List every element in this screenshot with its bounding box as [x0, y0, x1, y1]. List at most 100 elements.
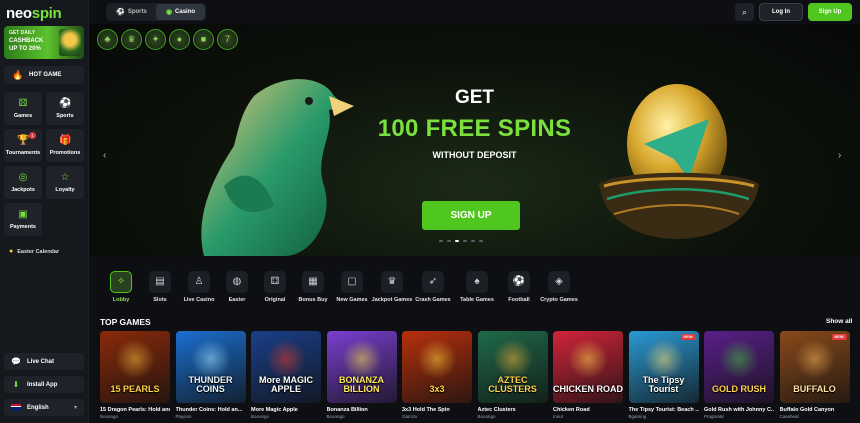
coins-icon: ◎: [18, 172, 28, 183]
game-card[interactable]: CHICKEN ROAD Chicken Road Inout: [553, 331, 623, 419]
game-thumbnail[interactable]: More MAGIC APPLE: [251, 331, 321, 403]
hero-signup-button[interactable]: SIGN UP: [422, 201, 520, 230]
easter-egg-icon: ●: [9, 248, 14, 255]
game-thumbnail[interactable]: 3x3: [402, 331, 472, 403]
flame-icon: 🔥: [12, 70, 24, 80]
thumbnail-art: [190, 339, 231, 379]
pagination-dot[interactable]: [471, 240, 475, 242]
bonus-tree-icon[interactable]: ♣: [97, 29, 118, 50]
promo-line-1: GET DAILY: [9, 30, 36, 36]
sidebar-item-label: Jackpots: [11, 187, 35, 193]
cashback-promo-banner[interactable]: GET DAILY CASHBACK UP TO 20%: [4, 26, 84, 59]
dice-icon: ⚃: [264, 271, 286, 293]
game-thumbnail[interactable]: THUNDER COINS: [175, 331, 246, 403]
game-provider: Booongo: [477, 414, 496, 419]
pagination-dot[interactable]: [479, 240, 483, 242]
game-name[interactable]: Gold Rush with Johnny C...: [704, 407, 774, 413]
chevron-left-icon[interactable]: ‹: [103, 150, 106, 161]
game-thumbnail[interactable]: AZTEC CLUSTERS: [477, 331, 548, 403]
slot-machine-icon: ▤: [149, 271, 171, 293]
game-name[interactable]: The Tipsy Tourist: Beach ...: [629, 407, 699, 413]
sidebar-item-games[interactable]: ⚄ Games: [4, 92, 42, 125]
sidebar-item-label: Games: [13, 113, 33, 119]
sidebar-item-payments[interactable]: ▣ Payments: [4, 203, 42, 236]
sidebar-item-loyalty[interactable]: ☆ Loyalty: [46, 166, 84, 199]
bonus-coin-icon[interactable]: ●: [169, 29, 190, 50]
pagination-dot[interactable]: [447, 240, 451, 242]
brand-logo[interactable]: neospin: [6, 5, 62, 22]
live-chat-button[interactable]: 💬 Live Chat: [4, 353, 84, 370]
game-thumbnail[interactable]: The Tipsy Tourist NEW: [628, 331, 699, 403]
dealer-icon: ♙: [188, 271, 210, 293]
category-table-games[interactable]: ♠ Table Games: [453, 268, 501, 303]
game-thumbnail[interactable]: 15 PEARLS: [100, 331, 170, 403]
sidebar-item-jackpots[interactable]: ◎ Jackpots: [4, 166, 42, 199]
chat-icon: 💬: [11, 357, 21, 366]
category-crypto-games[interactable]: ◈ Crypto Games: [535, 268, 583, 303]
game-card[interactable]: BUFFALO NEW Buffalo Gold Canyon Casebeat: [779, 331, 850, 419]
sidebar-item-tournaments[interactable]: 🏆 1 Tournaments: [4, 129, 42, 162]
game-thumbnail[interactable]: BUFFALO NEW: [779, 331, 850, 403]
star-icon: ☆: [60, 172, 70, 183]
thumbnail-title: More MAGIC APPLE: [259, 375, 313, 394]
search-button[interactable]: ⌕: [735, 3, 754, 21]
pagination-dot[interactable]: [455, 240, 459, 242]
game-thumbnail[interactable]: CHICKEN ROAD: [553, 331, 623, 403]
bonus-icons-row: ♣ ♛ ✦ ● ■ 7: [97, 29, 238, 50]
bonus-chest-icon[interactable]: ■: [193, 29, 214, 50]
pagination-dot[interactable]: [439, 240, 443, 242]
game-name[interactable]: Bonanza Billion: [327, 407, 397, 413]
game-card[interactable]: More MAGIC APPLE More Magic Apple Booongo: [251, 331, 321, 419]
show-all-link[interactable]: Show all: [826, 318, 852, 325]
game-name[interactable]: More Magic Apple: [251, 407, 321, 413]
signup-button[interactable]: Sign Up: [808, 3, 852, 21]
game-name[interactable]: 15 Dragon Pearls: Hold and...: [100, 407, 170, 413]
game-card[interactable]: 3x3 3x3 Hold The Spin Gamzix: [402, 331, 472, 419]
category-label: Table Games: [460, 297, 494, 303]
game-card[interactable]: BONANZA BILLION Bonanza Billion Booongo: [326, 331, 397, 419]
game-name[interactable]: Thunder Coins: Hold an...: [176, 407, 246, 413]
thumbnail-art: [719, 339, 759, 379]
thumbnail-title: The Tipsy Tourist: [642, 375, 685, 394]
tab-casino[interactable]: ◉ Casino: [156, 4, 205, 20]
game-name[interactable]: Buffalo Gold Canyon: [780, 407, 850, 413]
game-card[interactable]: AZTEC CLUSTERS Aztec Clusters Booongo: [477, 331, 548, 419]
logo-text-spin: spin: [31, 5, 62, 22]
wallet-icon: ▣: [18, 209, 28, 220]
chevron-right-icon[interactable]: ›: [838, 150, 841, 161]
easter-calendar-link[interactable]: ● Easter Calendar: [9, 248, 59, 255]
thumbnail-title: THUNDER COINS: [188, 375, 233, 394]
thumbnail-title: CHICKEN ROAD: [553, 384, 623, 394]
install-app-button[interactable]: ⬇ Install App: [4, 376, 84, 393]
bonus-gift-icon[interactable]: ✦: [145, 29, 166, 50]
login-button[interactable]: Log In: [759, 3, 803, 21]
game-provider: Playson: [175, 414, 192, 419]
pagination-dot[interactable]: [463, 240, 467, 242]
language-selector[interactable]: English ▾: [4, 399, 84, 416]
bonus-seven-icon[interactable]: 7: [217, 29, 238, 50]
hero-line-get: GET: [454, 87, 495, 108]
dice-icon: ⚄: [18, 98, 28, 109]
game-card[interactable]: The Tipsy Tourist NEW The Tipsy Tourist: B…: [628, 331, 699, 419]
sidebar-item-promotions[interactable]: 🎁 Promotions: [46, 129, 84, 162]
tab-sports[interactable]: ⚽ Sports: [107, 4, 156, 20]
game-name[interactable]: Chicken Road: [553, 407, 623, 413]
game-thumbnail[interactable]: GOLD RUSH: [704, 331, 774, 403]
game-name[interactable]: Aztec Clusters: [478, 407, 548, 413]
game-card[interactable]: 15 PEARLS 15 Dragon Pearls: Hold and... Bo…: [100, 331, 170, 419]
game-name[interactable]: 3x3 Hold The Spin: [402, 407, 472, 413]
download-icon: ⬇: [12, 380, 20, 389]
hero-without-deposit: WITHOUT DEPOSIT: [432, 150, 517, 160]
thumbnail-art: [568, 339, 608, 379]
category-crash-games[interactable]: ➶ Crash Games: [409, 268, 457, 303]
bonus-crown-icon[interactable]: ♛: [121, 29, 142, 50]
game-thumbnail[interactable]: BONANZA BILLION: [326, 331, 397, 403]
hot-game-button[interactable]: 🔥 HOT GAME: [4, 66, 84, 84]
promo-character-image: [59, 29, 81, 56]
new-badge: NEW: [680, 334, 696, 340]
game-card[interactable]: GOLD RUSH Gold Rush with Johnny C... Pragm…: [704, 331, 774, 419]
top-games-title: TOP GAMES: [100, 317, 151, 327]
hero-pagination: [439, 240, 483, 242]
sidebar-item-sports[interactable]: ⚽ Sports: [46, 92, 84, 125]
game-card[interactable]: THUNDER COINS Thunder Coins: Hold an... Pl…: [175, 331, 246, 419]
